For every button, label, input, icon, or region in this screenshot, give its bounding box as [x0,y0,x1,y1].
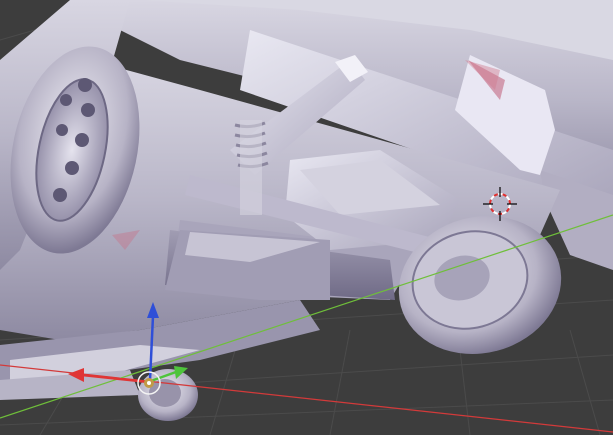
origin-center-icon [147,381,151,385]
viewport-canvas[interactable] [0,0,613,435]
rear-left-wheel[interactable] [138,369,198,421]
3d-viewport[interactable] [0,0,613,435]
